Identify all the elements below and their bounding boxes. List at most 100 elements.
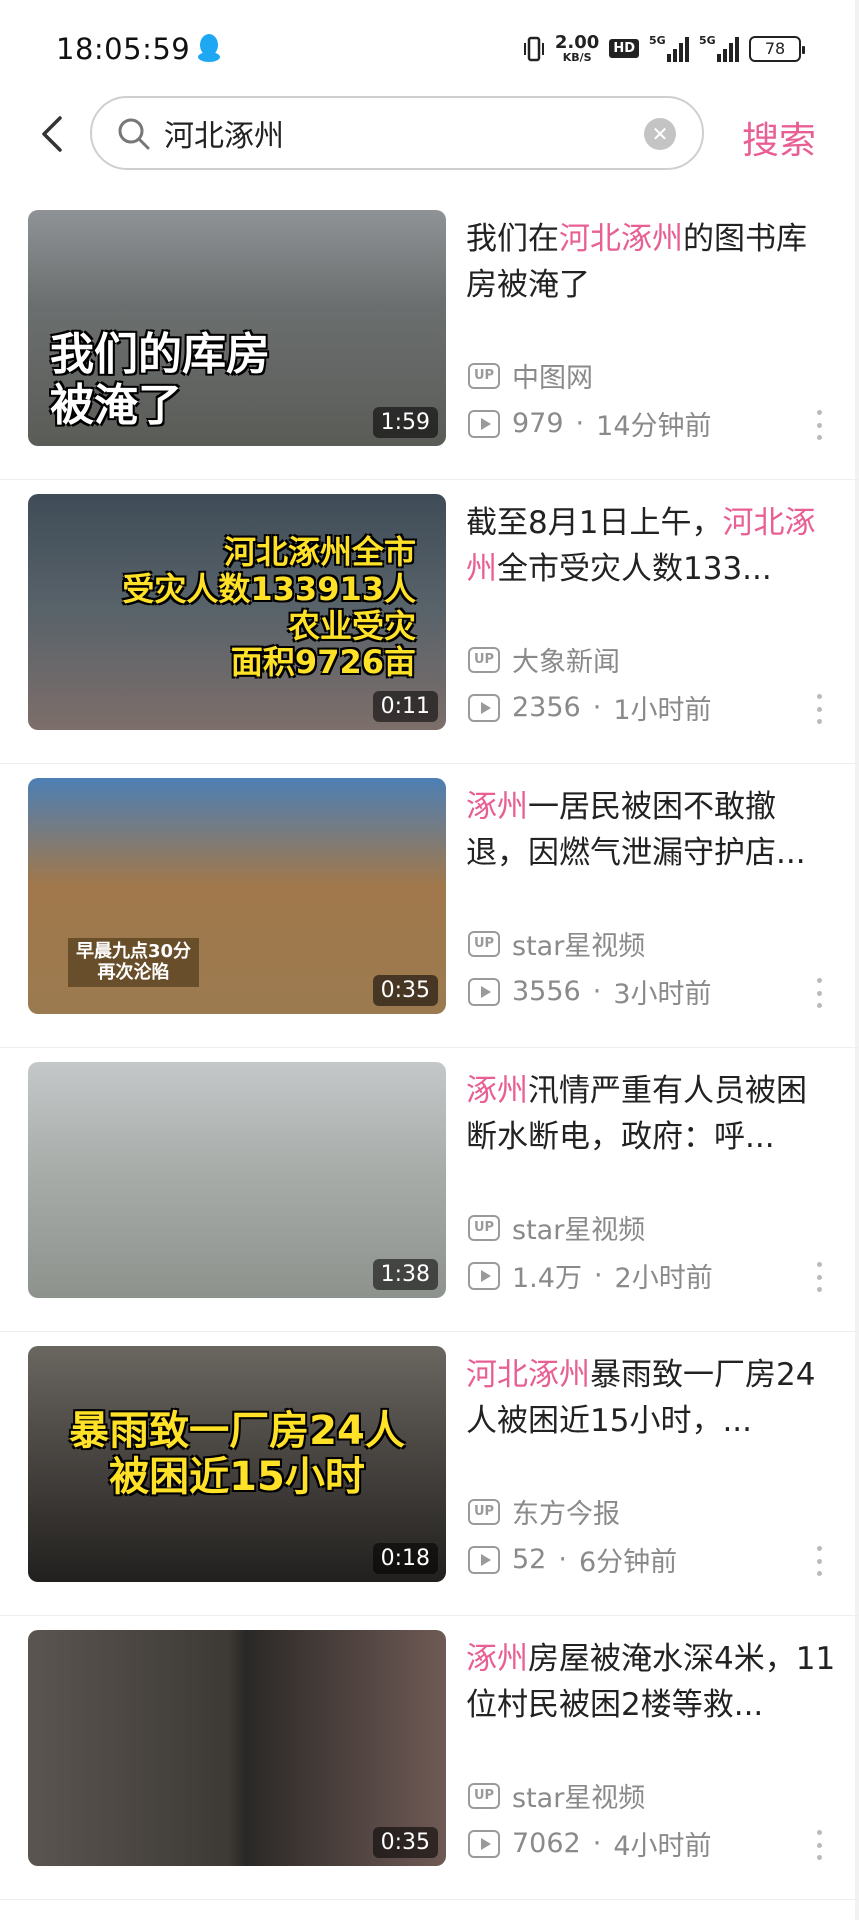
video-thumbnail[interactable]: 0:35 [28,1630,446,1866]
more-options-icon[interactable] [815,1262,823,1292]
video-thumbnail[interactable]: 河北涿州全市 受灾人数133913人 农业受灾 面积9726亩 0:11 [28,494,446,730]
uploader-name: 东方今报 [512,1499,620,1530]
time-ago: 4小时前 [613,1831,712,1862]
signal2-label: 5G [699,33,716,47]
video-title[interactable]: 我们在河北涿州的图书库房被淹了 [466,216,836,308]
time-ago: 14分钟前 [596,411,712,442]
signal-icon-2: 5G [699,33,739,62]
play-count-icon [468,1261,500,1290]
video-title[interactable]: 河北涿州暴雨致一厂房24人被困近15小时，... [466,1352,836,1444]
status-time: 18:05:59 [56,32,191,66]
uploader-row[interactable]: UP star星视频 [468,1776,645,1815]
view-count: 3556 [512,976,581,1007]
more-options-icon[interactable] [815,978,823,1008]
separator-dot: · [592,976,602,1007]
up-badge-icon: UP [468,1782,500,1809]
list-item[interactable]: 河北涿州全市 受灾人数133913人 农业受灾 面积9726亩 0:11 截至8月1… [0,480,859,764]
thumbnail-caption: 暴雨致一厂房24人 被困近15小时 [69,1408,405,1500]
video-thumbnail[interactable]: 我们的库房 被淹了 1:59 [28,210,446,446]
title-keyword-highlight: 河北涿州 [559,221,683,257]
more-options-icon[interactable] [815,410,823,440]
time-ago: 2小时前 [614,1263,713,1294]
network-speed: 2.00 KB/S [555,34,599,64]
title-keyword-highlight: 涿州 [466,1073,528,1109]
up-badge-icon: UP [468,1214,500,1241]
more-options-icon[interactable] [815,1546,823,1576]
status-right: 2.00 KB/S HD 5G 5G 78 [523,33,805,64]
title-text: 截至8月1日上午， [466,505,723,541]
video-thumbnail[interactable]: 早晨九点30分 再次沦陷 0:35 [28,778,446,1014]
list-item[interactable]: 1:38 涿州汛情严重有人员被困断水断电，政府：呼... UP star星视频 1.4万… [0,1048,859,1332]
battery-level: 78 [764,39,786,58]
uploader-name: 中图网 [512,363,593,394]
view-count: 1.4万 [512,1263,582,1294]
uploader-row[interactable]: UP star星视频 [468,924,645,963]
more-options-icon[interactable] [815,1830,823,1860]
uploader-row[interactable]: UP 大象新闻 [468,640,620,679]
video-title[interactable]: 涿州汛情严重有人员被困断水断电，政府：呼... [466,1068,836,1160]
video-duration: 1:59 [372,407,438,438]
separator-dot: · [593,1260,603,1291]
up-badge-icon: UP [468,362,500,389]
view-count: 7062 [512,1828,581,1859]
time-ago: 1小时前 [613,695,712,726]
stats-row: 1.4万 · 2小时前 [468,1256,713,1295]
uploader-name: star星视频 [512,1783,646,1814]
title-keyword-highlight: 河北涿州 [466,1357,590,1393]
time-ago: 3小时前 [613,979,712,1010]
video-title[interactable]: 截至8月1日上午，河北涿州全市受灾人数133... [466,500,836,592]
video-title[interactable]: 涿州一居民被困不敢撤退，因燃气泄漏守护店... [466,784,836,876]
up-badge-icon: UP [468,1498,500,1525]
title-keyword-highlight: 涿州 [466,789,528,825]
list-item[interactable]: 暴雨致一厂房24人 被困近15小时 0:18 河北涿州暴雨致一厂房24人被困近15小… [0,1332,859,1616]
uploader-name: star星视频 [512,1215,646,1246]
list-item[interactable]: 0:35 涿州房屋被淹水深4米，11位村民被困2楼等救... UP star星视频 70… [0,1616,859,1900]
play-count-icon [468,409,500,438]
video-thumbnail[interactable]: 1:38 [28,1062,446,1298]
uploader-row[interactable]: UP 东方今报 [468,1492,620,1531]
search-button[interactable]: 搜索 [742,110,816,164]
video-title[interactable]: 涿州房屋被淹水深4米，11位村民被困2楼等救... [466,1636,836,1728]
video-duration: 0:35 [372,1827,438,1858]
title-keyword-highlight: 涿州 [466,1641,528,1677]
video-thumbnail[interactable]: 暴雨致一厂房24人 被困近15小时 0:18 [28,1346,446,1582]
thumbnail-caption: 早晨九点30分 再次沦陷 [68,938,200,988]
speed-unit: KB/S [562,51,592,64]
uploader-row[interactable]: UP star星视频 [468,1208,645,1247]
uploader-row[interactable]: UP 中图网 [468,356,593,395]
thumbnail-caption: 河北涿州全市 受灾人数133913人 农业受灾 面积9726亩 [122,533,416,682]
separator-dot: · [575,408,585,439]
up-badge-icon: UP [468,646,500,673]
search-header: ✕ 搜索 [0,96,859,176]
stats-row: 3556 · 3小时前 [468,972,712,1011]
title-text: 全市受灾人数133... [497,551,772,587]
play-count-icon [468,693,500,722]
uploader-name: 大象新闻 [512,647,620,678]
signal-icon-1: 5G [649,33,689,62]
time-ago: 6分钟前 [578,1547,678,1578]
stats-row: 7062 · 4小时前 [468,1824,712,1863]
play-count-icon [468,1829,500,1858]
back-arrow-icon[interactable] [38,114,68,154]
view-count: 52 [512,1544,547,1575]
view-count: 979 [512,408,564,439]
clear-icon[interactable]: ✕ [644,118,676,150]
video-duration: 0:11 [372,691,438,722]
status-bar: 18:05:59 2.00 KB/S HD 5G 5G 78 [0,0,859,100]
search-input[interactable] [164,108,604,158]
list-item[interactable]: 我们的库房 被淹了 1:59 我们在河北涿州的图书库房被淹了 UP 中图网 979 · 14分… [0,196,859,480]
more-options-icon[interactable] [815,694,823,724]
video-duration: 0:18 [372,1543,438,1574]
search-box[interactable]: ✕ [90,96,704,170]
qq-icon [198,34,220,62]
battery-icon: 78 [749,35,805,62]
signal1-label: 5G [649,33,666,47]
results-list: 我们的库房 被淹了 1:59 我们在河北涿州的图书库房被淹了 UP 中图网 979 · 14分… [0,196,859,1900]
hd-badge: HD [609,39,639,58]
stats-row: 52 · 6分钟前 [468,1540,677,1579]
vibrate-icon [523,36,544,61]
uploader-name: star星视频 [512,931,646,962]
play-count-icon [468,1545,500,1574]
list-item[interactable]: 早晨九点30分 再次沦陷 0:35 涿州一居民被困不敢撤退，因燃气泄漏守护店... U… [0,764,859,1048]
title-text: 我们在 [466,221,559,257]
